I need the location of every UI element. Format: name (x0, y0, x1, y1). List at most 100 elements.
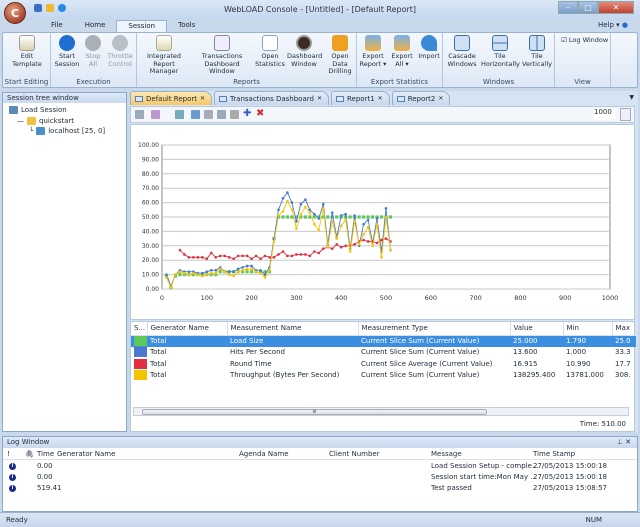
status-bar: Ready NUM (0, 512, 640, 527)
data-point (259, 271, 262, 275)
cell-type: Current Slice Average (Current Value) (361, 359, 493, 368)
window-title: WebLOAD Console - [Untitled] - [Default … (223, 5, 417, 14)
data-point (362, 215, 366, 219)
scrollbar-thumb[interactable]: ≡ (142, 409, 487, 415)
close-tab-icon[interactable]: ✕ (378, 95, 383, 102)
table-row[interactable]: Total Throughput (Bytes Per Second) Curren… (131, 370, 636, 382)
tab-home[interactable]: Home (74, 20, 117, 32)
data-point (380, 256, 383, 259)
column-header[interactable]: S... (131, 322, 148, 336)
tree-item-quickstart[interactable]: — quickstart (17, 117, 74, 125)
tab-tools[interactable]: Tools (167, 20, 206, 32)
log-row[interactable]: i 0.00 Load Session Setup - comple... 27… (3, 462, 633, 473)
export-all-button[interactable]: Export All ▾ (389, 35, 415, 68)
log-column-header[interactable]: Time (37, 450, 54, 458)
group-label: View (574, 78, 591, 86)
edit-template-button[interactable]: Edit Template (7, 35, 47, 68)
start-session-button[interactable]: Start Session (54, 35, 80, 68)
open-data-drilling-button[interactable]: Open Data Drilling (323, 35, 357, 76)
transactions-dashboard-window-button[interactable]: Transactions Dashboard Window (191, 35, 253, 76)
log-column-header[interactable]: ! (7, 450, 10, 458)
horizontal-scrollbar[interactable]: ≡ (133, 407, 629, 416)
tab-list-dropdown[interactable]: ▼ (629, 94, 634, 101)
table-row[interactable]: Total Hits Per Second Current Slice Sum (C… (131, 347, 636, 359)
tab-session[interactable]: Session (116, 20, 168, 32)
import-button[interactable]: Import (417, 35, 441, 61)
export-report-button[interactable]: Export Report ▾ (359, 35, 387, 68)
group-label: Start Editing (4, 78, 49, 86)
table-row[interactable]: Total Round Time Current Slice Average (Cu… (131, 358, 636, 370)
data-point (330, 220, 334, 223)
stop-all-button[interactable]: Stop All (82, 35, 104, 68)
log-row[interactable]: i 519.41 Test passed 27/05/2013 15:08:57 (3, 484, 633, 495)
find-icon[interactable] (175, 110, 184, 119)
doc-tab-report2[interactable]: Report2 ✕ (391, 91, 451, 105)
add-measurement-icon[interactable]: ✚ (243, 109, 252, 119)
log-row[interactable]: i 0.00 Session start time:Mon May ... 27… (3, 473, 633, 484)
info-icon: i (9, 463, 16, 470)
tile-vertically-button[interactable]: Tile Vertically (521, 35, 553, 68)
chart-icon[interactable] (191, 110, 200, 119)
data-point (214, 256, 218, 259)
data-point (330, 247, 334, 250)
x-tick-label: 700 (469, 294, 481, 302)
doc-tab-transactions-dashboard[interactable]: Transactions Dashboard ✕ (214, 91, 329, 105)
data-point (299, 253, 303, 256)
log-column-header[interactable]: Message (431, 450, 462, 458)
close-tab-icon[interactable]: ✕ (317, 95, 322, 102)
tree-item-load-session[interactable]: Load Session (9, 106, 67, 114)
close-button[interactable]: ✕ (598, 1, 634, 14)
pin-close-icons[interactable]: ⊥ ✕ (617, 437, 631, 448)
maximize-button[interactable]: □ (578, 1, 598, 14)
dashboard-window-button[interactable]: Dashboard Window (287, 35, 322, 68)
time-range-input[interactable]: 1000 (594, 108, 616, 120)
close-tab-icon[interactable]: ✕ (200, 95, 205, 102)
help-label: Help (597, 21, 614, 29)
column-header[interactable]: Max (612, 322, 637, 336)
cell-max: 308. (615, 371, 631, 380)
log-column-header[interactable]: 🖇 (25, 450, 34, 458)
axis-icon[interactable] (204, 110, 213, 119)
data-point (201, 256, 204, 259)
data-point (236, 270, 240, 274)
properties-icon[interactable] (135, 110, 144, 119)
throttle-control-button[interactable]: Throttle Control (105, 35, 135, 68)
log-column-header[interactable]: Generator Name (57, 450, 115, 458)
log-column-header[interactable]: Client Number (329, 450, 380, 458)
data-point (353, 220, 356, 223)
cell-type: Current Slice Sum (Current Value) (358, 335, 510, 347)
log-message: Load Session Setup - comple... (431, 462, 539, 470)
doc-tab-report1[interactable]: Report1 ✕ (330, 91, 390, 105)
time-range-spinner[interactable] (620, 108, 631, 121)
column-header[interactable]: Min (563, 322, 613, 336)
help-menu[interactable]: Help ▾ ● (598, 21, 628, 29)
line-style-icon[interactable] (151, 110, 160, 119)
data-point (250, 264, 253, 268)
tree-item-localhost[interactable]: └ localhost [25, 0] (29, 127, 105, 135)
tile-horizontally-button[interactable]: Tile Horizontally (481, 35, 520, 68)
close-tab-icon[interactable]: ✕ (438, 95, 443, 102)
data-point (321, 202, 325, 206)
log-column-header[interactable]: Time Stamp (533, 450, 575, 458)
column-header[interactable]: Measurement Name (227, 322, 359, 336)
log-column-header[interactable]: Agenda Name (239, 450, 289, 458)
data-point (379, 215, 384, 219)
edit-icon[interactable] (217, 110, 226, 119)
data-point (165, 273, 168, 276)
remove-measurement-icon[interactable]: ✖ (256, 109, 265, 119)
report-icon (219, 95, 228, 102)
column-header[interactable]: Generator Name (147, 322, 228, 336)
tab-file[interactable]: File (40, 20, 74, 32)
log-window-checkbox[interactable]: ☑ Log Window (561, 36, 608, 45)
cascade-windows-button[interactable]: Cascade Windows (445, 35, 479, 68)
data-point (227, 273, 231, 276)
tile-horizontal-icon (492, 35, 508, 51)
doc-tab-default-report[interactable]: Default Report ✕ (130, 91, 213, 105)
table-row[interactable]: Total Load Size Current Slice Sum (Current… (131, 335, 636, 347)
column-header[interactable]: Value (510, 322, 564, 336)
minimize-button[interactable]: – (558, 1, 578, 14)
integrated-report-manager-button[interactable]: Integrated Report Manager (139, 35, 189, 76)
column-header[interactable]: Measurement Type (358, 322, 511, 336)
open-statistics-button[interactable]: Open Statistics (255, 35, 285, 68)
zoom-icon[interactable] (230, 110, 239, 119)
